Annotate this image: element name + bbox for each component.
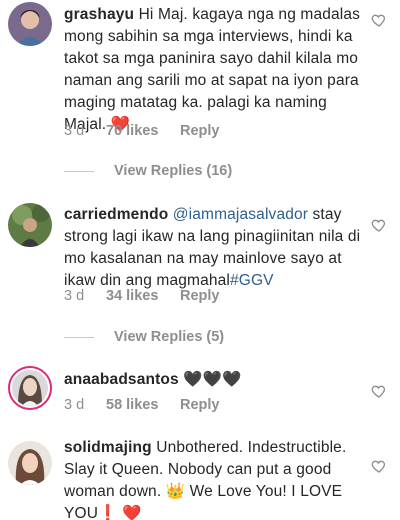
comment-time: 3 d	[64, 123, 85, 139]
avatar-image	[8, 203, 52, 247]
avatar[interactable]	[8, 203, 52, 247]
avatar-image	[12, 370, 48, 406]
heart-outline-icon[interactable]	[371, 383, 387, 399]
heart-outline-icon[interactable]	[371, 12, 387, 28]
avatar[interactable]	[8, 366, 52, 410]
heart-outline-icon[interactable]	[371, 217, 387, 233]
comment-meta: 3 d 34 likes Reply	[64, 285, 220, 307]
reply-button[interactable]: Reply	[180, 285, 220, 307]
comment-username[interactable]: grashayu	[64, 6, 134, 23]
view-replies-label: View Replies (16)	[114, 163, 233, 179]
comment-text: anaabadsantos 🖤🖤🖤	[64, 369, 364, 391]
comment-text: solidmajing Unbothered. Indestructible. …	[64, 437, 364, 520]
view-replies-label: View Replies (5)	[114, 329, 225, 345]
comment-time: 3 d	[64, 288, 85, 304]
reply-button[interactable]: Reply	[180, 120, 220, 142]
comment-likes[interactable]: 58 likes	[106, 394, 158, 416]
comment-text: carriedmendo @iammajasalvador stay stron…	[64, 204, 364, 292]
divider	[64, 337, 94, 338]
comment-username[interactable]: solidmajing	[64, 439, 152, 456]
hashtag-link[interactable]: #GGV	[230, 272, 274, 289]
reply-button[interactable]: Reply	[180, 394, 220, 416]
comment-likes[interactable]: 70 likes	[106, 120, 158, 142]
avatar[interactable]	[8, 2, 52, 46]
avatar-image	[8, 441, 52, 485]
avatar[interactable]	[8, 441, 52, 485]
heart-emoji: ❤️	[121, 505, 142, 520]
comment-username[interactable]: anaabadsantos	[64, 371, 179, 388]
comment-body: 🖤🖤🖤	[183, 371, 242, 388]
comment-meta: 3 d 58 likes Reply	[64, 394, 220, 416]
heart-outline-icon[interactable]	[371, 458, 387, 474]
mention-link[interactable]: @iammajasalvador	[173, 206, 308, 223]
comment-meta: 3 d 70 likes Reply	[64, 120, 220, 142]
avatar-image	[8, 2, 52, 46]
comment-username[interactable]: carriedmendo	[64, 206, 168, 223]
comment-likes[interactable]: 34 likes	[106, 285, 158, 307]
comment-text: grashayu Hi Maj. kagaya nga ng madalas m…	[64, 4, 364, 136]
comment-time: 3 d	[64, 397, 85, 413]
divider	[64, 171, 94, 172]
comment-body: Hi Maj. kagaya nga ng madalas mong sabih…	[64, 6, 361, 133]
